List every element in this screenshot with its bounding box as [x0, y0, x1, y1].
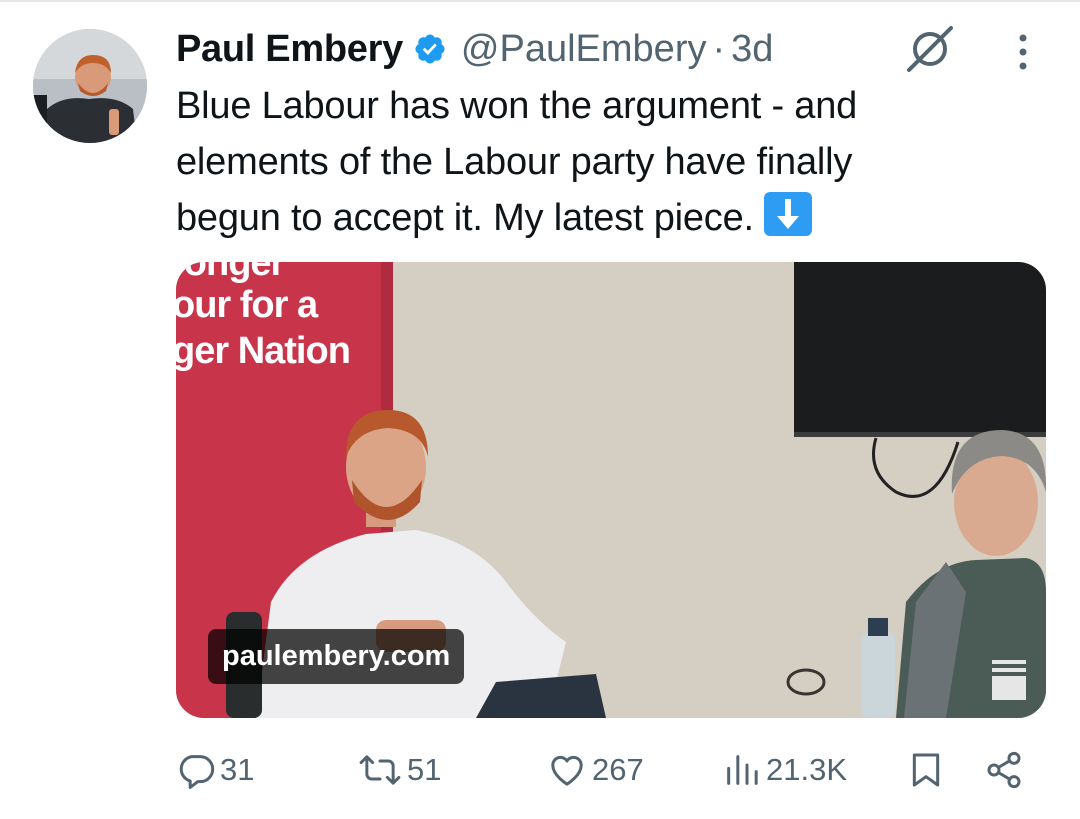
repost-button[interactable]: 51	[357, 740, 441, 800]
like-count: 267	[592, 752, 644, 787]
tweet-text-line: Blue Labour has won the argument - and	[176, 85, 858, 127]
grok-icon[interactable]	[905, 24, 955, 74]
heart-icon	[551, 755, 583, 786]
link-card-image[interactable]: ronger our for a ger Nation paulembery.c…	[176, 262, 1046, 718]
author-handle[interactable]: @PaulEmbery	[461, 28, 707, 71]
reply-icon	[179, 755, 215, 789]
bookmark-icon	[912, 753, 940, 787]
bookmark-button[interactable]	[906, 740, 946, 800]
banner-text-line: our for a	[176, 284, 318, 326]
author-avatar[interactable]	[33, 29, 147, 143]
banner-text-line: ronger	[176, 262, 285, 284]
tweet-text: Blue Labour has won the argument - and e…	[176, 78, 1036, 246]
author-display-name[interactable]: Paul Embery	[176, 28, 403, 71]
more-options-icon[interactable]	[1008, 30, 1038, 74]
share-button[interactable]	[984, 740, 1024, 800]
tweet-header: Paul Embery @PaulEmbery · 3d	[176, 22, 773, 76]
reply-count: 31	[220, 752, 255, 787]
top-divider	[0, 0, 1080, 2]
reply-button[interactable]: 31	[176, 740, 254, 800]
share-icon	[987, 751, 1021, 789]
repost-icon	[359, 755, 401, 785]
separator-dot: ·	[712, 27, 726, 70]
verified-badge-icon[interactable]	[413, 32, 447, 66]
like-button[interactable]: 267	[546, 740, 644, 800]
down-arrow-emoji-icon	[764, 192, 813, 236]
tweet-action-bar: 31 51 267 21.3K	[0, 740, 1080, 800]
banner-text-line: ger Nation	[176, 330, 351, 372]
analytics-icon	[727, 755, 758, 785]
view-count: 21.3K	[766, 752, 848, 787]
tweet-text-line: begun to accept it. My latest piece.	[176, 197, 754, 239]
link-domain-label[interactable]: paulembery.com	[208, 629, 465, 684]
avatar-photo	[33, 29, 147, 143]
tweet-age[interactable]: 3d	[731, 28, 773, 71]
views-button[interactable]: 21.3K	[722, 740, 847, 800]
reader-view-icon[interactable]	[992, 660, 1026, 700]
tweet-text-line: elements of the Labour party have finall…	[176, 141, 853, 183]
repost-count: 51	[407, 752, 442, 787]
